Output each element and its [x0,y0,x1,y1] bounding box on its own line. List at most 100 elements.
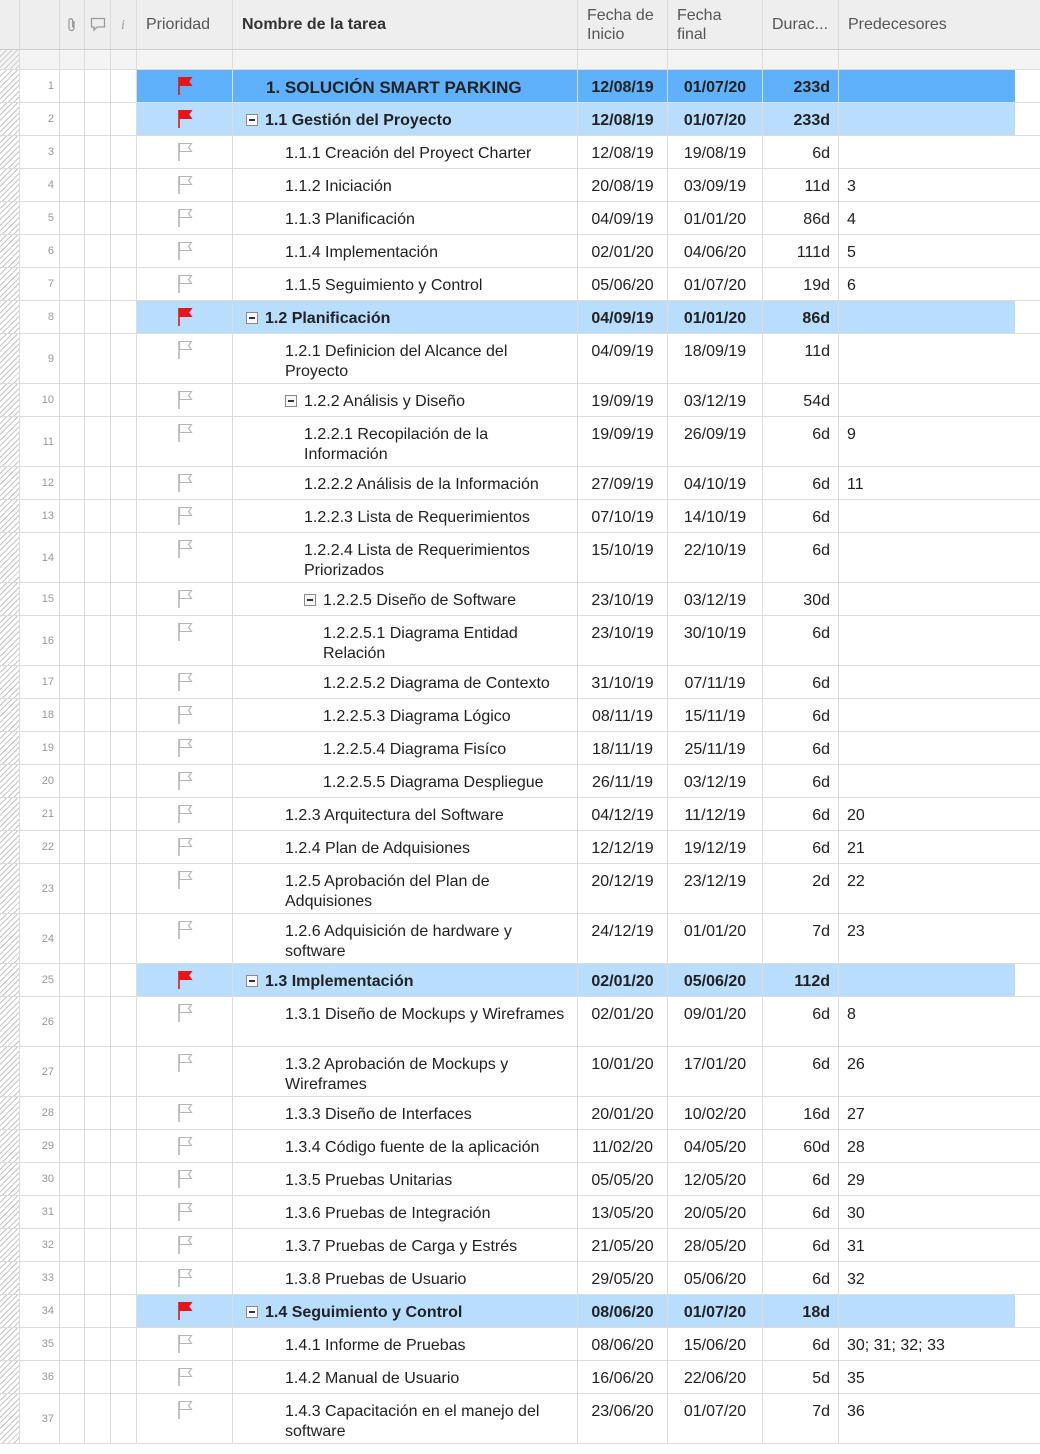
task-row[interactable]: 20 1.2.2.5.5 Diagrama Despliegue 26/11/19 0… [0,765,1040,798]
flag-empty-icon[interactable] [177,241,193,261]
collapse-toggle-icon[interactable] [246,1306,258,1318]
predecessors-cell[interactable] [839,699,1015,731]
task-name-cell[interactable]: 1.3.2 Aprobación de Mockups y Wireframes [233,1047,578,1096]
task-row[interactable]: 34 1.4 Seguimiento y Control 08/06/20 01/07… [0,1295,1040,1328]
comment-cell[interactable] [85,831,111,863]
comment-cell[interactable] [85,583,111,615]
task-row[interactable]: 17 1.2.2.5.2 Diagrama de Contexto 31/10/19… [0,666,1040,699]
attachment-cell[interactable] [60,417,85,466]
task-row[interactable]: 35 1.4.1 Informe de Pruebas 08/06/20 15/06/… [0,1328,1040,1361]
task-row[interactable]: 27 1.3.2 Aprobación de Mockups y Wirefram… [0,1047,1040,1097]
row-drag-handle[interactable] [0,616,20,665]
collapse-toggle-icon[interactable] [304,594,316,606]
row-drag-handle[interactable] [0,235,20,267]
start-date-cell[interactable]: 20/08/19 [578,169,668,201]
predecessors-cell[interactable] [839,136,1015,168]
attachment-cell[interactable] [60,1047,85,1096]
priority-cell[interactable] [137,1097,233,1129]
flag-empty-icon[interactable] [177,175,193,195]
attachment-cell[interactable] [60,1097,85,1129]
task-name-cell[interactable]: 1.2.2.5.5 Diagrama Despliegue [233,765,578,797]
row-drag-handle[interactable] [0,384,20,416]
start-date-cell[interactable]: 08/06/20 [578,1328,668,1360]
end-date-cell[interactable]: 03/12/19 [668,765,763,797]
duration-cell[interactable]: 11d [763,169,839,201]
attachment-cell[interactable] [60,798,85,830]
task-row[interactable]: 36 1.4.2 Manual de Usuario 16/06/20 22/06/2… [0,1361,1040,1394]
start-date-cell[interactable]: 04/09/19 [578,202,668,234]
info-cell[interactable] [111,268,137,300]
task-name-cell[interactable]: 1.3.4 Código fuente de la aplicación [233,1130,578,1162]
attachment-cell[interactable] [60,1196,85,1228]
predecessors-cell[interactable] [839,500,1015,532]
predecessors-cell[interactable]: 6 [839,268,1015,300]
task-name-cell[interactable]: 1.4.2 Manual de Usuario [233,1361,578,1393]
duration-cell[interactable]: 6d [763,1262,839,1294]
task-row[interactable]: 37 1.4.3 Capacitación en el manejo del so… [0,1394,1040,1444]
end-date-cell[interactable]: 23/12/19 [668,864,763,913]
info-cell[interactable] [111,1097,137,1129]
duration-cell[interactable]: 7d [763,1394,839,1443]
task-name-cell[interactable]: 1.3.6 Pruebas de Integración [233,1196,578,1228]
task-row[interactable]: 1 1. SOLUCIÓN SMART PARKING 12/08/19 01/07/… [0,70,1040,103]
duration-cell[interactable]: 6d [763,798,839,830]
row-drag-handle[interactable] [0,914,20,963]
flag-empty-icon[interactable] [177,837,193,857]
start-date-cell[interactable]: 26/11/19 [578,765,668,797]
duration-cell[interactable]: 6d [763,1328,839,1360]
end-date-cell[interactable]: 20/05/20 [668,1196,763,1228]
start-date-cell[interactable]: 15/10/19 [578,533,668,582]
info-cell[interactable] [111,136,137,168]
task-row[interactable]: 32 1.3.7 Pruebas de Carga y Estrés 21/05/2… [0,1229,1040,1262]
priority-cell[interactable] [137,1394,233,1443]
priority-cell[interactable] [137,1163,233,1195]
predecessors-cell[interactable]: 11 [839,467,1015,499]
comment-cell[interactable] [85,417,111,466]
task-name-cell[interactable]: 1.2.2.5 Diseño de Software [233,583,578,615]
end-date-cell[interactable]: 01/07/20 [668,1295,763,1327]
row-drag-handle[interactable] [0,1130,20,1162]
predecessors-cell[interactable] [839,384,1015,416]
comment-cell[interactable] [85,1328,111,1360]
start-date-cell[interactable]: 20/01/20 [578,1097,668,1129]
duration-cell[interactable]: 6d [763,500,839,532]
comment-cell[interactable] [85,301,111,333]
comment-cell[interactable] [85,1196,111,1228]
priority-cell[interactable] [137,301,233,333]
info-cell[interactable] [111,1295,137,1327]
predecessors-cell[interactable]: 8 [839,997,1015,1046]
duration-cell[interactable]: 2d [763,864,839,913]
attachment-cell[interactable] [60,136,85,168]
duration-cell[interactable]: 6d [763,765,839,797]
row-drag-handle[interactable] [0,1328,20,1360]
flag-empty-icon[interactable] [177,1367,193,1387]
row-drag-handle[interactable] [0,103,20,135]
attachment-cell[interactable] [60,964,85,996]
flag-empty-icon[interactable] [177,473,193,493]
attachment-cell[interactable] [60,334,85,383]
task-row[interactable]: 2 1.1 Gestión del Proyecto 12/08/19 01/07/2… [0,103,1040,136]
task-row[interactable]: 23 1.2.5 Aprobación del Plan de Adquision… [0,864,1040,914]
priority-cell[interactable] [137,666,233,698]
flag-empty-icon[interactable] [177,1003,193,1023]
start-date-cell[interactable]: 31/10/19 [578,666,668,698]
attachment-cell[interactable] [60,103,85,135]
attachment-cell[interactable] [60,1361,85,1393]
end-date-cell[interactable]: 12/05/20 [668,1163,763,1195]
task-name-cell[interactable]: 1.4.3 Capacitación en el manejo del soft… [233,1394,578,1443]
flag-red-icon[interactable] [177,109,193,129]
predecessors-cell[interactable] [839,765,1015,797]
comment-cell[interactable] [85,666,111,698]
flag-empty-icon[interactable] [177,142,193,162]
priority-cell[interactable] [137,169,233,201]
duration-cell[interactable]: 6d [763,666,839,698]
info-cell[interactable] [111,467,137,499]
start-date-cell[interactable]: 04/09/19 [578,301,668,333]
task-row[interactable]: 29 1.3.4 Código fuente de la aplicación 11… [0,1130,1040,1163]
comment-cell[interactable] [85,1097,111,1129]
end-date-cell[interactable]: 05/06/20 [668,964,763,996]
task-row[interactable]: 16 1.2.2.5.1 Diagrama Entidad Relación 23/… [0,616,1040,666]
end-date-cell[interactable]: 01/07/20 [668,70,763,102]
predecessors-cell[interactable]: 35 [839,1361,1015,1393]
row-drag-handle[interactable] [0,500,20,532]
